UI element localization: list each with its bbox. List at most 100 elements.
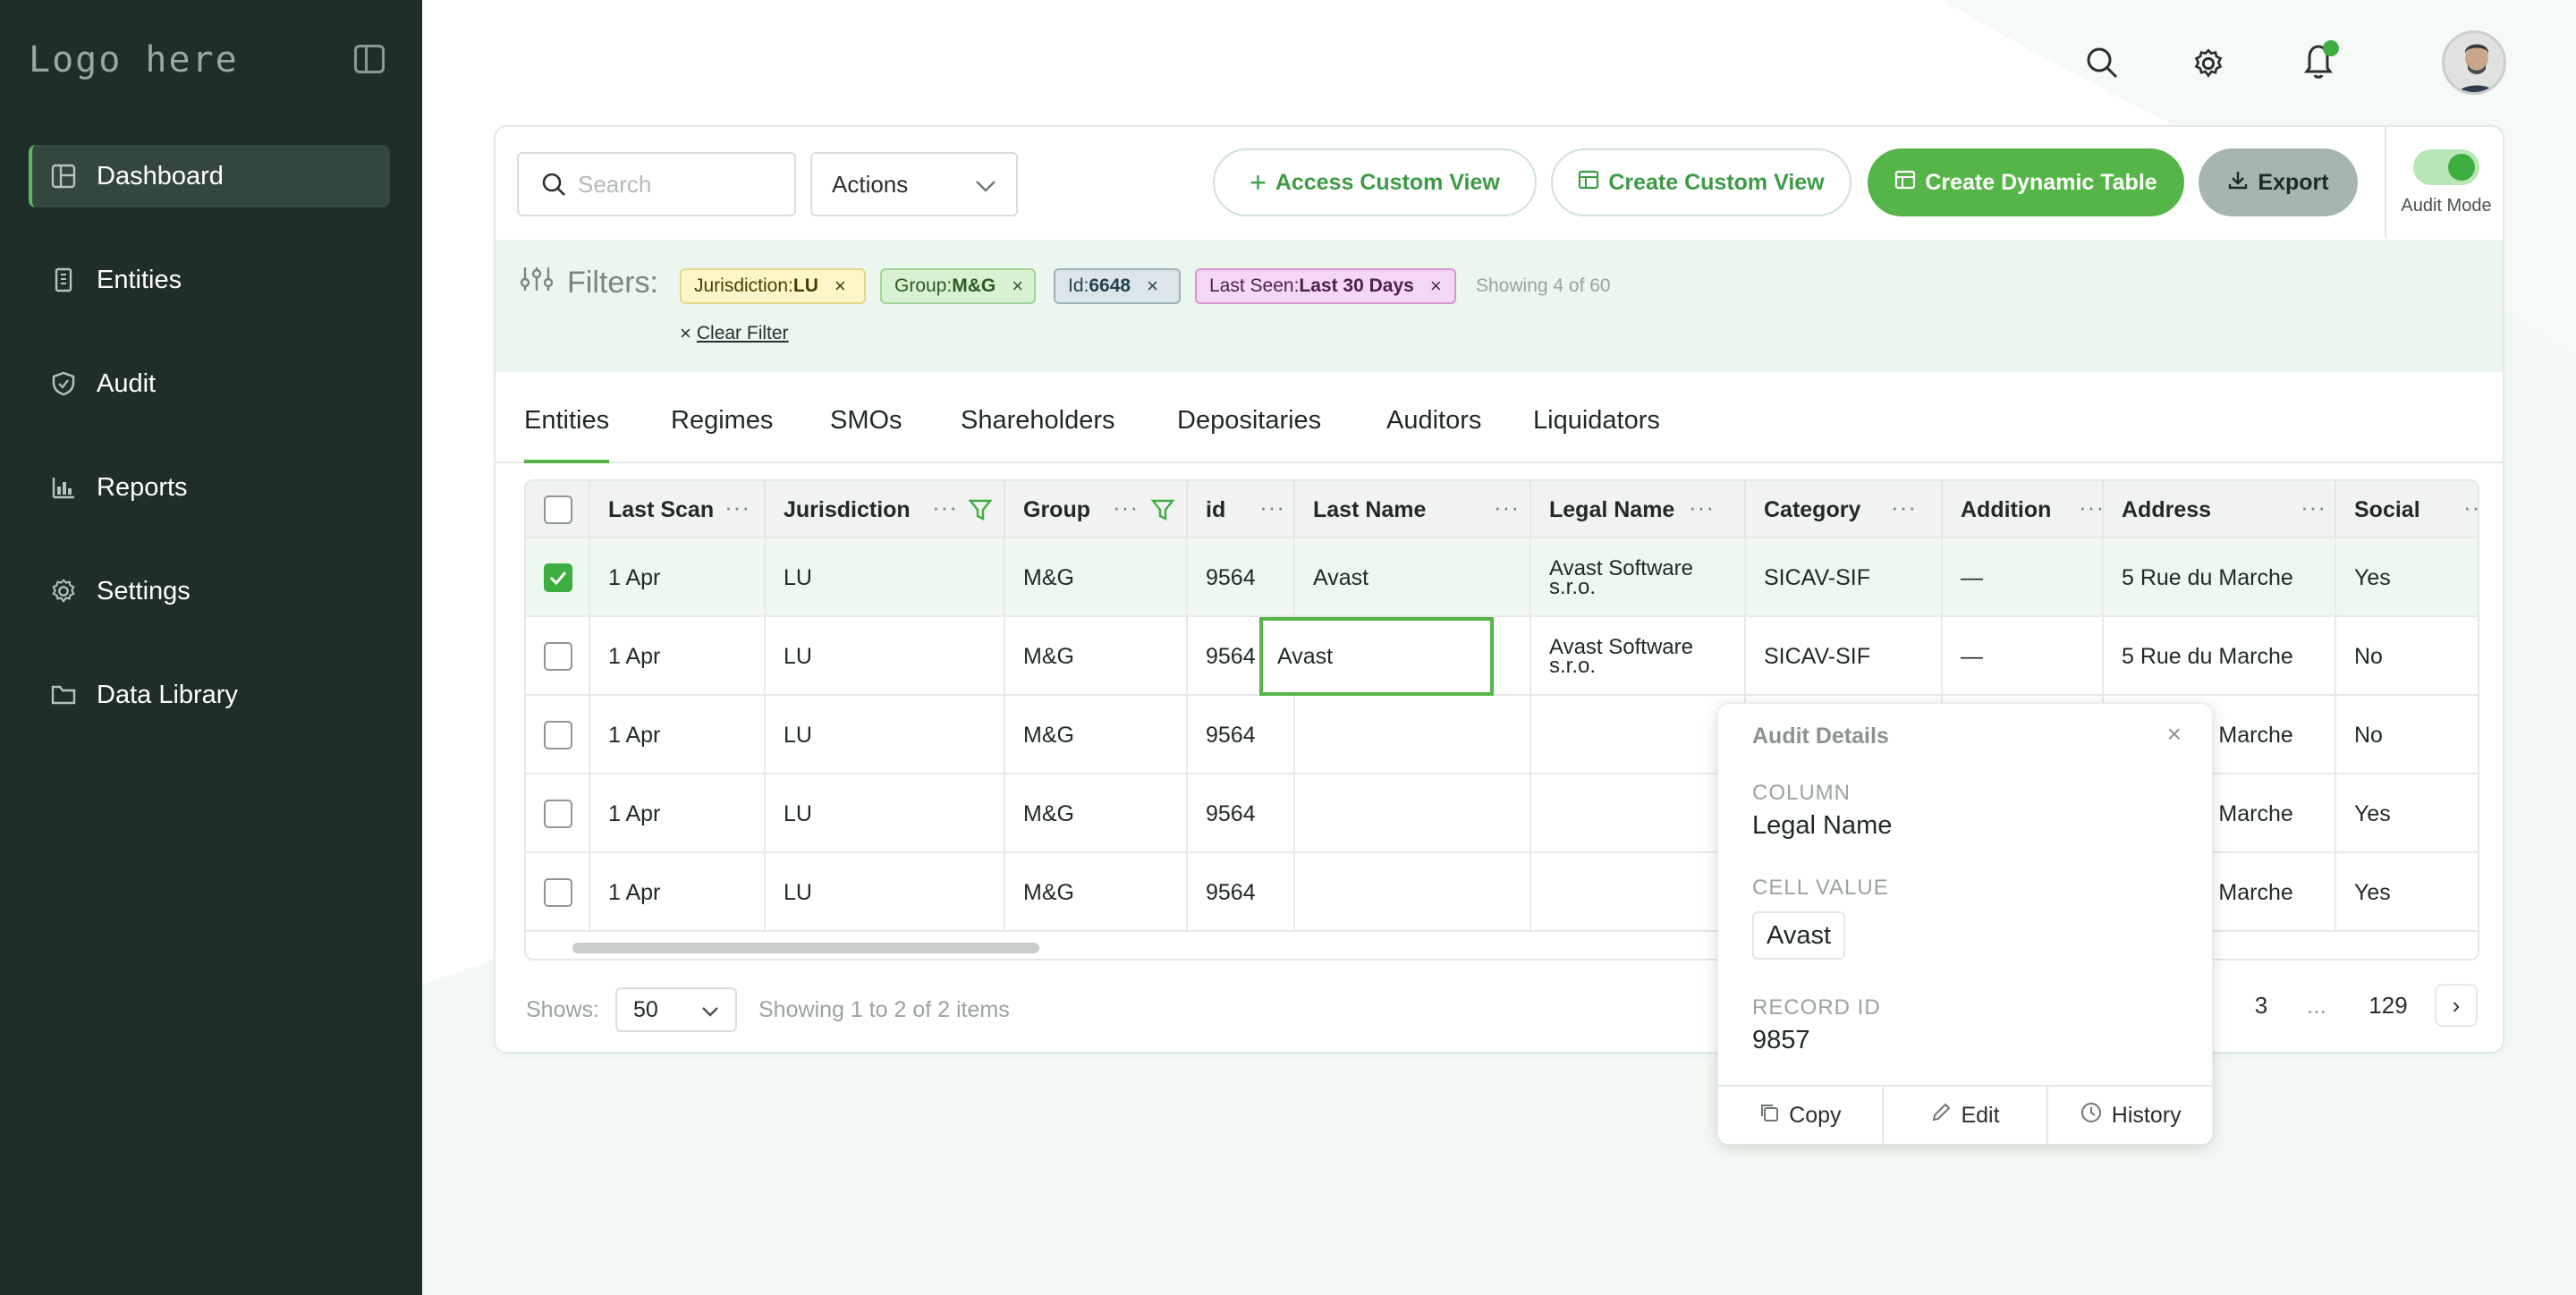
table-cell[interactable]: SICAV-SIF (1746, 538, 1943, 617)
table-row[interactable]: 1 AprLUM&G9564AvastAvast Software s.r.o.… (526, 538, 2478, 617)
row-checkbox[interactable] (544, 563, 572, 592)
column-menu-icon[interactable]: ··· (2301, 494, 2326, 521)
row-checkbox[interactable] (544, 642, 572, 671)
filter-chip[interactable]: Id:6648 × (1054, 268, 1181, 304)
table-cell[interactable] (1531, 696, 1746, 774)
notification-bell-icon[interactable] (2297, 36, 2343, 82)
table-cell[interactable]: LU (766, 696, 1005, 774)
table-cell[interactable]: 1 Apr (590, 853, 766, 932)
column-menu-icon[interactable]: ··· (724, 494, 750, 521)
table-cell[interactable]: 1 Apr (590, 696, 766, 774)
table-cell[interactable]: LU (766, 538, 1005, 617)
column-menu-icon[interactable]: ··· (2463, 494, 2478, 521)
clear-filter-link[interactable]: × Clear Filter (680, 322, 789, 345)
remove-filter-icon[interactable]: × (1012, 275, 1023, 298)
sidebar-item-data-library[interactable]: Data Library (29, 664, 390, 726)
page-3-button[interactable]: 3 (2240, 984, 2283, 1027)
table-cell[interactable] (1295, 774, 1531, 853)
tab-auditors[interactable]: Auditors (1386, 395, 1481, 463)
column-menu-icon[interactable]: ··· (1494, 494, 1520, 521)
sidebar-item-reports[interactable]: Reports (29, 456, 390, 519)
column-menu-icon[interactable]: ··· (2079, 494, 2105, 521)
search-input[interactable] (578, 170, 757, 199)
remove-filter-icon[interactable]: × (1430, 275, 1442, 298)
table-cell[interactable]: SICAV-SIF (1746, 617, 1943, 696)
filter-chip[interactable]: Jurisdiction:LU × (680, 268, 866, 304)
table-cell[interactable]: No (2336, 617, 2478, 696)
search-box[interactable] (517, 152, 796, 216)
table-cell[interactable]: — (1943, 538, 2104, 617)
table-cell[interactable]: M&G (1005, 696, 1188, 774)
table-cell[interactable]: 9564 (1188, 774, 1295, 853)
sidebar-item-settings[interactable]: Settings (29, 560, 390, 622)
next-page-button[interactable]: › (2435, 984, 2478, 1027)
create-custom-view-button[interactable]: Create Custom View (1551, 148, 1852, 216)
tab-liquidators[interactable]: Liquidators (1533, 395, 1660, 463)
horizontal-scrollbar[interactable] (572, 943, 1039, 953)
table-cell[interactable]: 9564 (1188, 696, 1295, 774)
search-icon[interactable] (2082, 43, 2122, 82)
table-cell[interactable]: 9564 (1188, 853, 1295, 932)
column-menu-icon[interactable]: ··· (1259, 494, 1285, 521)
edit-button[interactable]: Edit (1884, 1087, 2049, 1144)
table-cell[interactable]: M&G (1005, 617, 1188, 696)
table-cell[interactable]: Avast (1295, 538, 1531, 617)
history-button[interactable]: History (2048, 1087, 2212, 1144)
table-cell[interactable]: M&G (1005, 853, 1188, 932)
row-checkbox[interactable] (544, 800, 572, 828)
row-checkbox[interactable] (544, 721, 572, 749)
table-cell[interactable]: — (1943, 617, 2104, 696)
sidebar-collapse-icon[interactable] (354, 45, 385, 73)
avatar[interactable] (2442, 30, 2506, 95)
table-cell[interactable] (1531, 853, 1746, 932)
close-icon[interactable]: × (2167, 720, 2182, 749)
column-menu-icon[interactable]: ··· (932, 494, 958, 521)
table-cell[interactable]: LU (766, 774, 1005, 853)
table-cell[interactable]: 5 Rue du Marche (2104, 617, 2336, 696)
selected-cell[interactable]: Avast (1259, 617, 1494, 696)
filter-active-icon[interactable] (1150, 497, 1175, 527)
page-size-select[interactable]: 50 (614, 987, 737, 1032)
column-menu-icon[interactable]: ··· (1113, 494, 1139, 521)
tab-depositaries[interactable]: Depositaries (1177, 395, 1321, 463)
table-row[interactable]: 1 AprLUM&G9564AvastAvast Software s.r.o.… (526, 617, 2478, 696)
page-129-button[interactable]: 129 (2360, 984, 2417, 1027)
table-cell[interactable]: 9564 (1188, 538, 1295, 617)
filter-active-icon[interactable] (968, 497, 993, 527)
table-cell[interactable]: Avast Software s.r.o. (1531, 538, 1746, 617)
tab-regimes[interactable]: Regimes (671, 395, 773, 463)
table-cell[interactable] (1531, 774, 1746, 853)
table-cell[interactable] (1295, 853, 1531, 932)
column-menu-icon[interactable]: ··· (1891, 494, 1917, 521)
table-cell[interactable]: 1 Apr (590, 538, 766, 617)
tab-shareholders[interactable]: Shareholders (961, 395, 1115, 463)
tab-smos[interactable]: SMOs (830, 395, 902, 463)
settings-gear-icon[interactable] (2190, 45, 2227, 82)
table-cell[interactable]: No (2336, 696, 2478, 774)
export-button[interactable]: Export (2199, 148, 2358, 216)
create-dynamic-table-button[interactable]: Create Dynamic Table (1868, 148, 2184, 216)
table-cell[interactable]: LU (766, 853, 1005, 932)
table-cell[interactable]: M&G (1005, 538, 1188, 617)
actions-dropdown[interactable]: Actions (810, 152, 1018, 216)
table-cell[interactable] (1295, 696, 1531, 774)
table-cell[interactable]: Yes (2336, 853, 2478, 932)
copy-button[interactable]: Copy (1718, 1087, 1884, 1144)
sidebar-item-entities[interactable]: Entities (29, 249, 390, 311)
table-cell[interactable]: 1 Apr (590, 617, 766, 696)
filter-chip[interactable]: Group:M&G × (880, 268, 1036, 304)
sidebar-item-audit[interactable]: Audit (29, 352, 390, 415)
sidebar-item-dashboard[interactable]: Dashboard (29, 145, 390, 207)
tab-entities[interactable]: Entities (524, 395, 610, 463)
column-header[interactable]: Social (2336, 481, 2478, 538)
row-checkbox[interactable] (544, 878, 572, 907)
table-cell[interactable]: Avast Software s.r.o. (1531, 617, 1746, 696)
audit-mode-toggle[interactable] (2413, 148, 2479, 185)
access-custom-view-button[interactable]: + Access Custom View (1213, 148, 1537, 216)
filter-chip[interactable]: Last Seen:Last 30 Days × (1195, 268, 1456, 304)
table-cell[interactable]: 5 Rue du Marche (2104, 538, 2336, 617)
table-cell[interactable]: M&G (1005, 774, 1188, 853)
column-menu-icon[interactable]: ··· (1689, 494, 1715, 521)
table-cell[interactable]: 1 Apr (590, 774, 766, 853)
table-cell[interactable]: LU (766, 617, 1005, 696)
